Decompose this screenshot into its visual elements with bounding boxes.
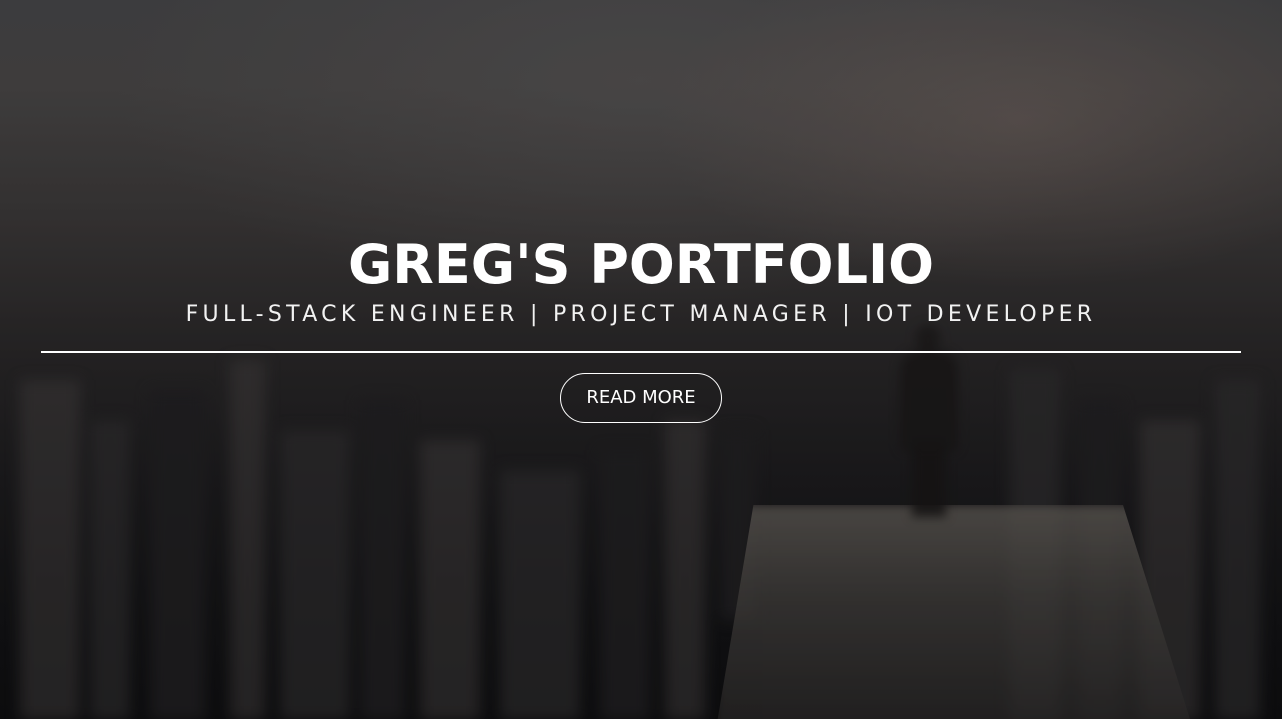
hero-subtitle: FULL-STACK ENGINEER | PROJECT MANAGER | … xyxy=(185,302,1097,327)
divider-line xyxy=(41,351,1241,353)
hero-section: GREG'S PORTFOLIO FULL-STACK ENGINEER | P… xyxy=(0,0,1282,719)
read-more-button[interactable]: READ MORE xyxy=(560,373,722,423)
page-title: GREG'S PORTFOLIO xyxy=(347,233,934,296)
hero-content: GREG'S PORTFOLIO FULL-STACK ENGINEER | P… xyxy=(0,0,1282,719)
